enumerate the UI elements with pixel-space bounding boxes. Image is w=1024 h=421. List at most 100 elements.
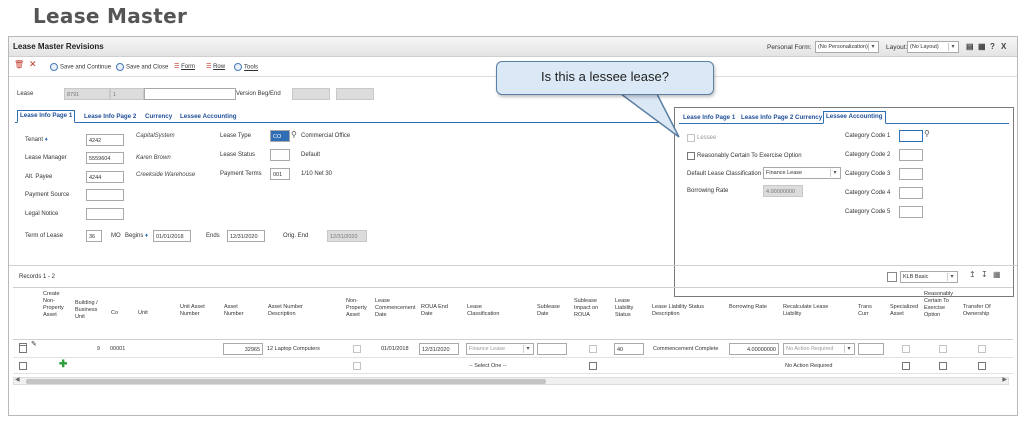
main-tabs: Lease Info Page 1 Lease Info Page 2 Curr… xyxy=(15,110,660,123)
horizontal-scrollbar[interactable]: ◀ ▶ xyxy=(13,377,1009,385)
col-reasonably-certain: Reasonably Certain To Exercise Option xyxy=(924,291,954,318)
lessee-label: Lessee xyxy=(697,135,717,141)
col-sublease-impact: Sublease Impact on ROUA xyxy=(574,298,599,318)
form-label: Form xyxy=(181,64,196,70)
panel-tab-lessee-accounting[interactable]: Lessee Accounting xyxy=(823,111,886,124)
row1-liability-status[interactable]: 40 xyxy=(614,343,644,355)
save-icon xyxy=(50,63,58,71)
row1-reasonably-certain-checkbox xyxy=(939,345,947,353)
grid-header-border xyxy=(13,339,1013,340)
row-select-checkbox[interactable] xyxy=(19,345,27,353)
export-icon[interactable]: ↥ xyxy=(969,270,976,279)
orig-end-field: 12/31/2020 xyxy=(327,230,367,242)
tab-currency[interactable]: Currency xyxy=(143,112,174,121)
col-asset-number: Asset Number xyxy=(224,304,244,317)
lease-status-field[interactable] xyxy=(270,149,290,161)
lease-label: Lease xyxy=(17,91,34,97)
payment-terms-field[interactable]: 001 xyxy=(270,168,290,180)
row2-reasonably-certain-checkbox[interactable] xyxy=(939,362,947,370)
reasonably-certain-checkbox[interactable] xyxy=(687,152,695,160)
payment-source-field[interactable] xyxy=(86,189,124,201)
col-roua-end-date: ROUA End Date xyxy=(421,304,448,317)
data-grid: ✎ Create Non-Property Asset Building / B… xyxy=(13,287,1013,387)
grid-format-select[interactable]: KLB Basic ▾ xyxy=(900,271,958,283)
print-icon[interactable]: ▦ xyxy=(978,42,986,51)
search-icon[interactable]: ⚲ xyxy=(924,129,930,138)
row1-roua-end[interactable]: 12/31/2020 xyxy=(419,343,459,355)
lease-manager-field[interactable]: 5559604 xyxy=(86,152,124,164)
row-menu[interactable]: ☰ Row xyxy=(206,63,225,70)
tab-lease-info-1[interactable]: Lease Info Page 1 xyxy=(17,110,76,123)
lease-status-label: Lease Status xyxy=(220,152,256,158)
category-code-4-field[interactable] xyxy=(899,187,923,199)
col-asset-description: Asset Number Description xyxy=(268,304,303,317)
begins-label-text: Begins xyxy=(125,233,144,239)
search-icon[interactable]: ⚲ xyxy=(291,130,297,139)
lease-description-field[interactable] xyxy=(144,88,236,100)
category-code-5-field[interactable] xyxy=(899,206,923,218)
legal-notice-field[interactable] xyxy=(86,208,124,220)
row1-recalculate-select[interactable]: No Action Required ▾ xyxy=(783,343,855,355)
category-code-1-field[interactable] xyxy=(899,130,923,142)
row1-borrowing-rate[interactable]: 4.00000000 xyxy=(729,343,779,355)
begins-date-field[interactable]: 01/01/2018 xyxy=(153,230,191,242)
alt-payee-field[interactable]: 4244 xyxy=(86,171,124,183)
tenant-field[interactable]: 4242 xyxy=(86,134,124,146)
term-of-lease-label: Term of Lease xyxy=(25,233,64,239)
ends-date-field[interactable]: 12/31/2020 xyxy=(227,230,265,242)
row1-commencement: 01/01/2018 xyxy=(381,346,409,352)
cancel-x-icon[interactable]: ✕ xyxy=(29,59,37,70)
default-classification-select[interactable]: Finance Lease ▾ xyxy=(763,167,841,179)
row1-sublease-date[interactable] xyxy=(537,343,567,355)
expand-icon[interactable]: ▦ xyxy=(993,270,1001,279)
callout-text: Is this a lessee lease? xyxy=(541,69,669,84)
lease-type-field[interactable]: CO xyxy=(270,130,290,142)
required-icon: ♦ xyxy=(145,233,149,239)
row-select-checkbox[interactable] xyxy=(19,362,27,370)
save-continue-label: Save and Continue xyxy=(60,64,112,71)
delete-icon[interactable]: 🗑 xyxy=(14,60,24,69)
col-liability-status-description: Lease Liability Status Description xyxy=(652,304,704,317)
import-icon[interactable]: ↧ xyxy=(981,270,988,279)
col-lease-classification: Lease Classification xyxy=(467,304,500,317)
row1-trans-curr[interactable] xyxy=(858,343,884,355)
tools-menu[interactable]: Tools xyxy=(234,63,258,71)
tab-lessee-accounting[interactable]: Lessee Accounting xyxy=(178,112,239,121)
add-row-icon[interactable]: ✚ xyxy=(59,359,67,370)
form-menu[interactable]: ☰ Form xyxy=(174,63,195,70)
row2-specialized-checkbox[interactable] xyxy=(902,362,910,370)
row1-asset-number[interactable]: 32965 xyxy=(223,343,263,355)
tab-lease-info-2[interactable]: Lease Info Page 2 xyxy=(82,112,138,121)
category-code-3-label: Category Code 3 xyxy=(845,171,891,177)
personal-form-select[interactable]: (No Personalization) ▾ xyxy=(815,41,879,53)
save-continue-button[interactable]: Save and Continue xyxy=(50,63,111,71)
app-window: Lease Master Revisions Personal Form: (N… xyxy=(8,36,1018,416)
tenant-label: Tenant ♦ xyxy=(25,137,48,143)
scroll-right-icon[interactable]: ▶ xyxy=(1002,376,1007,383)
notes-icon[interactable]: ▤ xyxy=(966,42,974,51)
tenant-label-text: Tenant xyxy=(25,137,44,143)
layout-label: Layout: xyxy=(886,44,908,51)
scrollbar-thumb[interactable] xyxy=(26,379,546,384)
row2-sublease-impact-checkbox[interactable] xyxy=(589,362,597,370)
row2-non-property-checkbox xyxy=(353,362,361,370)
row2-transfer-ownership-checkbox[interactable] xyxy=(978,362,986,370)
save-close-button[interactable]: Save and Close xyxy=(116,63,168,71)
category-code-2-field[interactable] xyxy=(899,149,923,161)
layout-select[interactable]: (No Layout) ▾ xyxy=(907,41,959,53)
help-icon[interactable]: ? xyxy=(990,42,995,51)
default-classification-label: Default Lease Classification xyxy=(687,171,762,177)
row2-classification[interactable]: -- Select One -- xyxy=(469,363,507,369)
required-icon: ♦ xyxy=(44,137,48,143)
scroll-left-icon[interactable]: ◀ xyxy=(15,376,20,383)
row1-sublease-impact-checkbox xyxy=(589,345,597,353)
lease-type-label: Lease Type xyxy=(220,133,251,139)
close-icon[interactable]: X xyxy=(1001,42,1006,51)
category-code-3-field[interactable] xyxy=(899,168,923,180)
callout-bubble: Is this a lessee lease? xyxy=(496,61,714,95)
term-field[interactable]: 36 xyxy=(86,230,102,242)
grid-settings-icon[interactable] xyxy=(887,272,897,282)
panel-tab-currency[interactable]: Currency xyxy=(793,113,824,122)
panel-tab-lease-info-2[interactable]: Lease Info Page 2 xyxy=(739,113,795,122)
row1-classification-select[interactable]: Finance Lease ▾ xyxy=(466,343,534,355)
